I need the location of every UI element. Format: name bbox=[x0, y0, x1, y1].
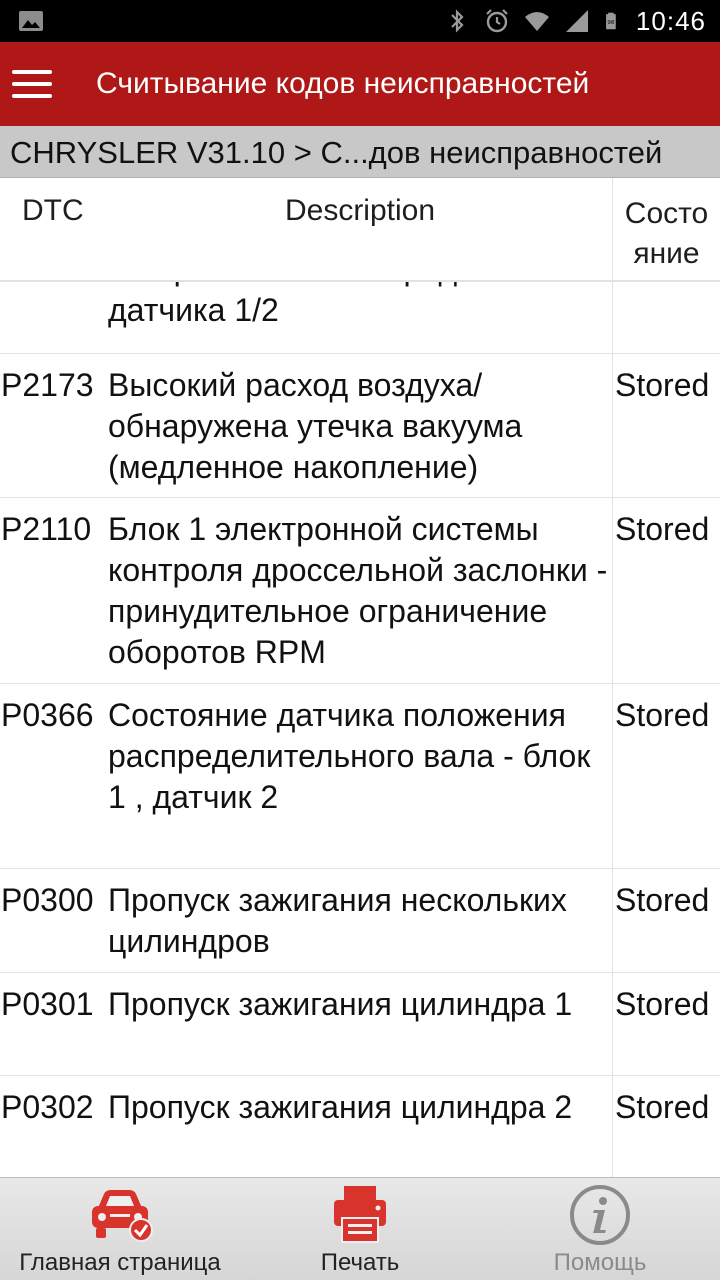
dtc-description: Высокий расход воздуха/ обнаружена утечк… bbox=[108, 367, 523, 485]
column-header-dtc: DTC bbox=[22, 194, 84, 227]
column-header-status-line2: яние bbox=[633, 237, 700, 270]
help-button[interactable]: Помощь bbox=[480, 1178, 720, 1280]
dtc-status: Stored bbox=[612, 1076, 720, 1177]
column-header-status-line1: Состо bbox=[624, 197, 709, 230]
svg-text:98: 98 bbox=[607, 20, 615, 26]
page-title: Считывание кодов неисправностей bbox=[96, 67, 590, 100]
bottom-nav: Главная страница Печать Помощь bbox=[0, 1177, 720, 1280]
dtc-description: Пропуск зажигания нескольких цилиндров bbox=[108, 882, 567, 959]
status-bar: 98 10:46 bbox=[0, 0, 720, 42]
dtc-code: P2110 bbox=[1, 511, 92, 547]
dtc-code: P0300 bbox=[1, 882, 94, 918]
column-header-description: Description bbox=[284, 194, 436, 227]
table-header: DTC Description Состо яние bbox=[0, 178, 720, 282]
print-label: Печать bbox=[320, 1249, 400, 1276]
dtc-description: обогревателя кислородного датчика 1/2 bbox=[108, 282, 521, 328]
dtc-status bbox=[612, 282, 720, 353]
alarm-icon bbox=[486, 9, 508, 33]
clock: 10:46 bbox=[635, 5, 706, 36]
breadcrumb-text: CHRYSLER V31.10 > С...дов неисправностей bbox=[10, 135, 663, 170]
dtc-status: Stored bbox=[612, 684, 720, 868]
column-header-status: Состо яние bbox=[612, 178, 720, 280]
dtc-table[interactable]: обогревателя кислородного датчика 1/2 P2… bbox=[0, 282, 720, 1177]
dtc-code: P0366 bbox=[1, 697, 94, 733]
car-check-icon bbox=[92, 1190, 153, 1242]
app-bar: Считывание кодов неисправностей bbox=[0, 42, 720, 126]
battery-icon: 98 bbox=[605, 12, 616, 30]
gallery-icon bbox=[19, 11, 43, 31]
table-row[interactable]: P0366 Состояние датчика положения распре… bbox=[0, 684, 720, 869]
dtc-description: Блок 1 электронной системы контроля дрос… bbox=[108, 511, 608, 670]
table-row[interactable]: P2110 Блок 1 электронной системы контрол… bbox=[0, 498, 720, 684]
dtc-status: Stored bbox=[612, 869, 720, 972]
table-row[interactable]: P0301 Пропуск зажигания цилиндра 1 Store… bbox=[0, 973, 720, 1076]
dtc-status: Stored bbox=[612, 354, 720, 497]
bluetooth-icon bbox=[451, 9, 464, 33]
wifi-icon bbox=[524, 12, 549, 31]
hamburger-menu-icon[interactable] bbox=[10, 62, 54, 106]
dtc-description: Состояние датчика положения распределите… bbox=[108, 697, 591, 815]
signal-icon bbox=[565, 10, 588, 32]
breadcrumb: CHRYSLER V31.10 > С...дов неисправностей bbox=[0, 126, 720, 178]
table-row[interactable]: P0302 Пропуск зажигания цилиндра 2 Store… bbox=[0, 1076, 720, 1177]
dtc-code: P2173 bbox=[1, 367, 94, 403]
dtc-description: Пропуск зажигания цилиндра 1 bbox=[108, 986, 573, 1022]
home-label: Главная страница bbox=[19, 1249, 221, 1276]
dtc-status: Stored bbox=[612, 498, 720, 683]
printer-icon bbox=[334, 1186, 386, 1243]
info-icon bbox=[570, 1185, 630, 1245]
table-row[interactable]: обогревателя кислородного датчика 1/2 bbox=[0, 282, 720, 354]
dtc-status: Stored bbox=[612, 973, 720, 1075]
home-button[interactable]: Главная страница bbox=[0, 1178, 240, 1280]
print-button[interactable]: Печать bbox=[240, 1178, 480, 1280]
status-icons: 98 10:46 bbox=[444, 0, 706, 42]
table-row[interactable]: P0300 Пропуск зажигания нескольких цилин… bbox=[0, 869, 720, 973]
table-row[interactable]: P2173 Высокий расход воздуха/ обнаружена… bbox=[0, 354, 720, 498]
dtc-code: P0301 bbox=[1, 986, 94, 1022]
dtc-description: Пропуск зажигания цилиндра 2 bbox=[108, 1089, 573, 1125]
help-label: Помощь bbox=[553, 1249, 647, 1276]
dtc-code: P0302 bbox=[1, 1089, 94, 1125]
